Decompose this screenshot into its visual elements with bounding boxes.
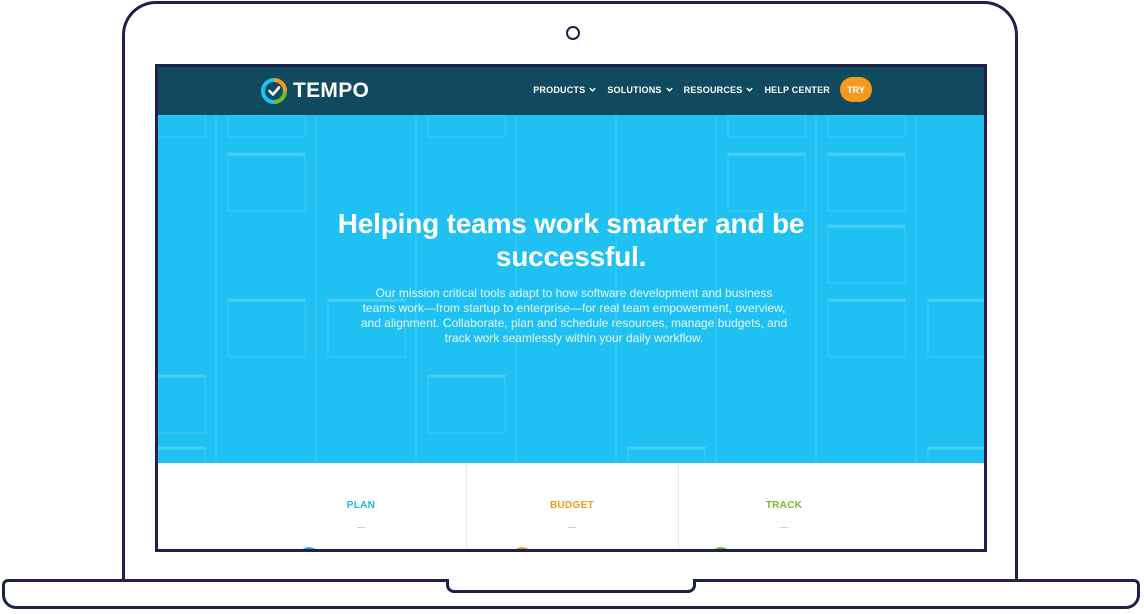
feature-budget[interactable]: BUDGET xyxy=(466,463,679,549)
feature-track-title: TRACK xyxy=(765,500,803,511)
hero-title: Helping teams work smarter and be succes… xyxy=(158,207,984,273)
divider xyxy=(780,527,788,528)
track-icon xyxy=(710,547,732,549)
tempo-logo-icon xyxy=(261,78,287,104)
plan-icon xyxy=(298,547,320,549)
top-navbar: TEMPO PRODUCTS SOLUTIONS RESOURCES HELP … xyxy=(158,67,984,115)
hero-section: Helping teams work smarter and be succes… xyxy=(158,115,984,463)
budget-icon xyxy=(511,547,533,549)
feature-plan-title: PLAN xyxy=(346,500,376,511)
hero-title-line-1: Helping teams work smarter and be xyxy=(337,208,805,239)
nav-solutions[interactable]: SOLUTIONS xyxy=(607,85,673,95)
main-nav: PRODUCTS SOLUTIONS RESOURCES HELP CENTER… xyxy=(533,77,872,102)
nav-help-center[interactable]: HELP CENTER xyxy=(764,85,830,95)
nav-help-center-label: HELP CENTER xyxy=(764,84,830,95)
try-button[interactable]: TRY xyxy=(840,77,872,102)
features-section: PLAN BUDGET TRACK xyxy=(158,463,984,549)
nav-solutions-label: SOLUTIONS xyxy=(607,84,662,95)
feature-plan[interactable]: PLAN xyxy=(158,463,467,549)
feature-track[interactable]: TRACK xyxy=(678,463,984,549)
logo-text: TEMPO xyxy=(293,79,370,102)
nav-products-label: PRODUCTS xyxy=(533,84,586,95)
chevron-down-icon xyxy=(589,87,597,92)
laptop-notch xyxy=(446,579,696,593)
camera-icon xyxy=(566,26,580,40)
divider xyxy=(357,527,365,528)
chevron-down-icon xyxy=(665,87,673,92)
divider xyxy=(568,527,576,528)
nav-resources-label: RESOURCES xyxy=(683,84,743,95)
nav-products[interactable]: PRODUCTS xyxy=(533,85,597,95)
laptop-screen: TEMPO PRODUCTS SOLUTIONS RESOURCES HELP … xyxy=(155,64,987,552)
chevron-down-icon xyxy=(746,87,754,92)
hero-description: Our mission critical tools adapt to how … xyxy=(360,286,788,345)
feature-budget-title: BUDGET xyxy=(549,500,595,511)
tempo-logo[interactable]: TEMPO xyxy=(261,78,369,104)
nav-resources[interactable]: RESOURCES xyxy=(684,85,755,95)
hero-title-line-2: successful. xyxy=(495,241,647,272)
